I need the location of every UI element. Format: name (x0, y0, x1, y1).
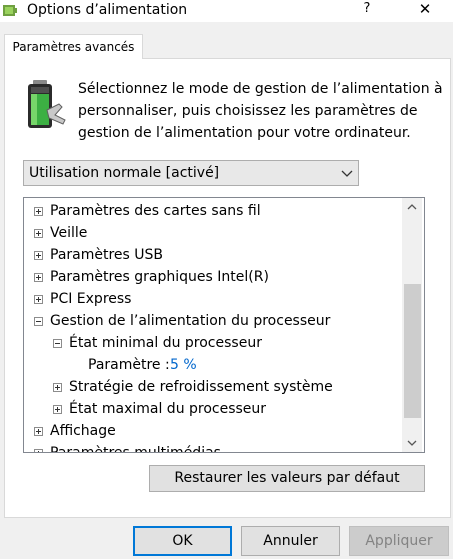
expand-plus-icon[interactable] (34, 295, 43, 304)
collapse-minus-icon[interactable] (34, 317, 43, 326)
tree-item-label: PCI Express (50, 291, 132, 307)
help-button[interactable]: ? (355, 0, 379, 18)
tree-item-label: Gestion de l’alimentation du processeur (50, 313, 331, 329)
tree-item-wireless-adapter[interactable]: Paramètres des cartes sans fil (24, 200, 404, 222)
restore-defaults-button[interactable]: Restaurer les valeurs par défaut (149, 465, 425, 492)
ok-button[interactable]: OK (133, 526, 232, 556)
tree-item-multimedia[interactable]: Paramètres multimédias (24, 442, 404, 453)
tree-item-max-processor-state[interactable]: État maximal du processeur (24, 398, 404, 420)
expand-plus-icon[interactable] (53, 405, 62, 414)
tree-item-label: Stratégie de refroidissement système (69, 379, 333, 395)
tree-item-label: État maximal du processeur (69, 401, 267, 417)
scroll-up-arrow-icon[interactable] (402, 198, 422, 216)
close-button[interactable]: ✕ (413, 0, 437, 18)
settings-tree[interactable]: Paramètres des cartes sans fil Veille Pa… (23, 197, 425, 453)
scrollbar-thumb[interactable] (404, 284, 421, 418)
tree-item-setting[interactable]: Paramètre : 5 % (24, 354, 404, 376)
tree-item-sleep[interactable]: Veille (24, 222, 404, 244)
tree-item-label: Affichage (50, 423, 116, 439)
setting-label: Paramètre : (88, 357, 170, 373)
expand-plus-icon[interactable] (53, 383, 62, 392)
apply-button[interactable]: Appliquer (349, 526, 449, 556)
tree-item-usb[interactable]: Paramètres USB (24, 244, 404, 266)
window-title: Options d’alimentation (27, 2, 188, 18)
scroll-down-arrow-icon[interactable] (402, 434, 422, 452)
power-plan-select[interactable]: Utilisation normale [activé] (23, 160, 359, 186)
tree-item-processor-power[interactable]: Gestion de l’alimentation du processeur (24, 310, 404, 332)
title-bar: Options d’alimentation ? ✕ (0, 0, 453, 22)
cancel-button[interactable]: Annuler (241, 526, 340, 556)
tree-item-label: Veille (50, 225, 88, 241)
tree-item-label: Paramètres des cartes sans fil (50, 203, 261, 219)
tree-item-intel-graphics[interactable]: Paramètres graphiques Intel(R) (24, 266, 404, 288)
battery-icon (28, 80, 66, 128)
collapse-minus-icon[interactable] (53, 339, 62, 348)
power-options-icon (3, 5, 17, 16)
expand-plus-icon[interactable] (34, 251, 43, 260)
tree-item-label: Paramètres multimédias (50, 445, 221, 453)
tab-advanced-settings[interactable]: Paramètres avancés (4, 34, 143, 59)
tree-item-display[interactable]: Affichage (24, 420, 404, 442)
tree-item-min-processor-state[interactable]: État minimal du processeur (24, 332, 404, 354)
expand-plus-icon[interactable] (34, 449, 43, 452)
tree-item-label: Paramètres USB (50, 247, 164, 263)
power-plan-selected: Utilisation normale [activé] (29, 165, 220, 181)
tree-item-pci-express[interactable]: PCI Express (24, 288, 404, 310)
chevron-down-icon (341, 170, 353, 177)
expand-plus-icon[interactable] (34, 207, 43, 216)
expand-plus-icon[interactable] (34, 273, 43, 282)
tree-item-label: Paramètres graphiques Intel(R) (50, 269, 269, 285)
tree-scrollbar[interactable] (402, 198, 422, 452)
expand-plus-icon[interactable] (34, 229, 43, 238)
tree-item-cooling-policy[interactable]: Stratégie de refroidissement système (24, 376, 404, 398)
setting-value-field[interactable]: 5 % (170, 354, 197, 376)
expand-plus-icon[interactable] (34, 427, 43, 436)
tree-item-label: État minimal du processeur (69, 335, 262, 351)
description-text: Sélectionnez le mode de gestion de l’ali… (78, 81, 443, 141)
